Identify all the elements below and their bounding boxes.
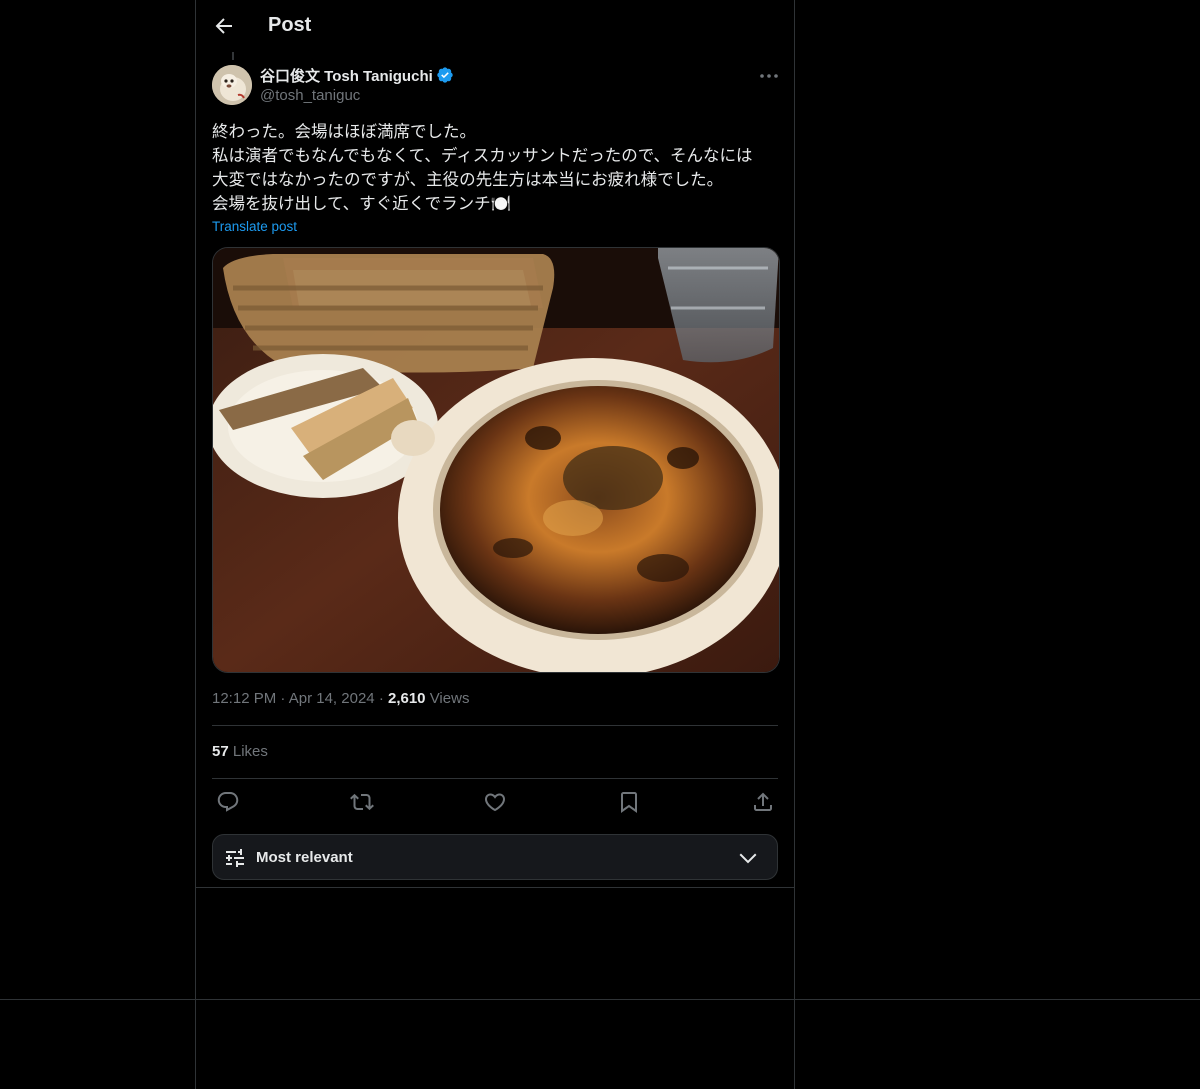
repost-icon[interactable] — [350, 790, 374, 814]
post-meta: 12:12 PM · Apr 14, 2024 · 2,610 Views — [212, 690, 469, 707]
meta-separator: · — [378, 690, 388, 707]
divider — [212, 725, 778, 726]
avatar[interactable] — [212, 65, 252, 105]
bookmark-icon[interactable] — [617, 790, 641, 814]
sort-replies-dropdown[interactable]: Most relevant — [212, 834, 778, 880]
main-column: Post 谷口俊文 Tosh Taniguchi @tosh_taniguc 終… — [195, 0, 795, 1089]
share-icon[interactable] — [751, 790, 775, 814]
views-count: 2,610 — [387, 690, 426, 707]
post-text: 終わった。会場はほぼ満席でした。 私は演者でもなんでもなくて、ディスカッサントだ… — [212, 123, 753, 213]
translate-post-link[interactable]: Translate post — [212, 219, 297, 234]
back-arrow-icon[interactable] — [212, 14, 236, 38]
author-name-text[interactable]: 谷口俊文 Tosh Taniguchi — [260, 68, 433, 85]
meta-separator: · — [280, 690, 289, 707]
verified-badge-icon[interactable] — [436, 66, 454, 84]
author-handle[interactable]: @tosh_taniguc — [260, 87, 360, 104]
more-options-icon[interactable] — [758, 66, 780, 86]
sort-label: Most relevant — [256, 849, 353, 866]
author-name[interactable]: 谷口俊文 Tosh Taniguchi — [260, 65, 454, 86]
likes-count: 57 — [212, 743, 229, 760]
reply-icon[interactable] — [216, 790, 240, 814]
like-icon[interactable] — [483, 790, 507, 814]
page-title: Post — [268, 14, 312, 36]
chevron-down-icon — [736, 846, 760, 870]
page-header: Post — [196, 0, 794, 53]
sliders-icon — [223, 846, 247, 870]
divider — [212, 778, 778, 779]
thread-line — [232, 52, 234, 60]
divider — [196, 887, 794, 888]
post-date[interactable]: Apr 14, 2024 — [289, 690, 375, 707]
post-time[interactable]: 12:12 PM — [212, 690, 276, 707]
post-image[interactable] — [212, 247, 780, 673]
likes-link[interactable]: 57 Likes — [212, 743, 268, 760]
views-label: Views — [429, 690, 470, 707]
likes-label: Likes — [232, 743, 268, 760]
